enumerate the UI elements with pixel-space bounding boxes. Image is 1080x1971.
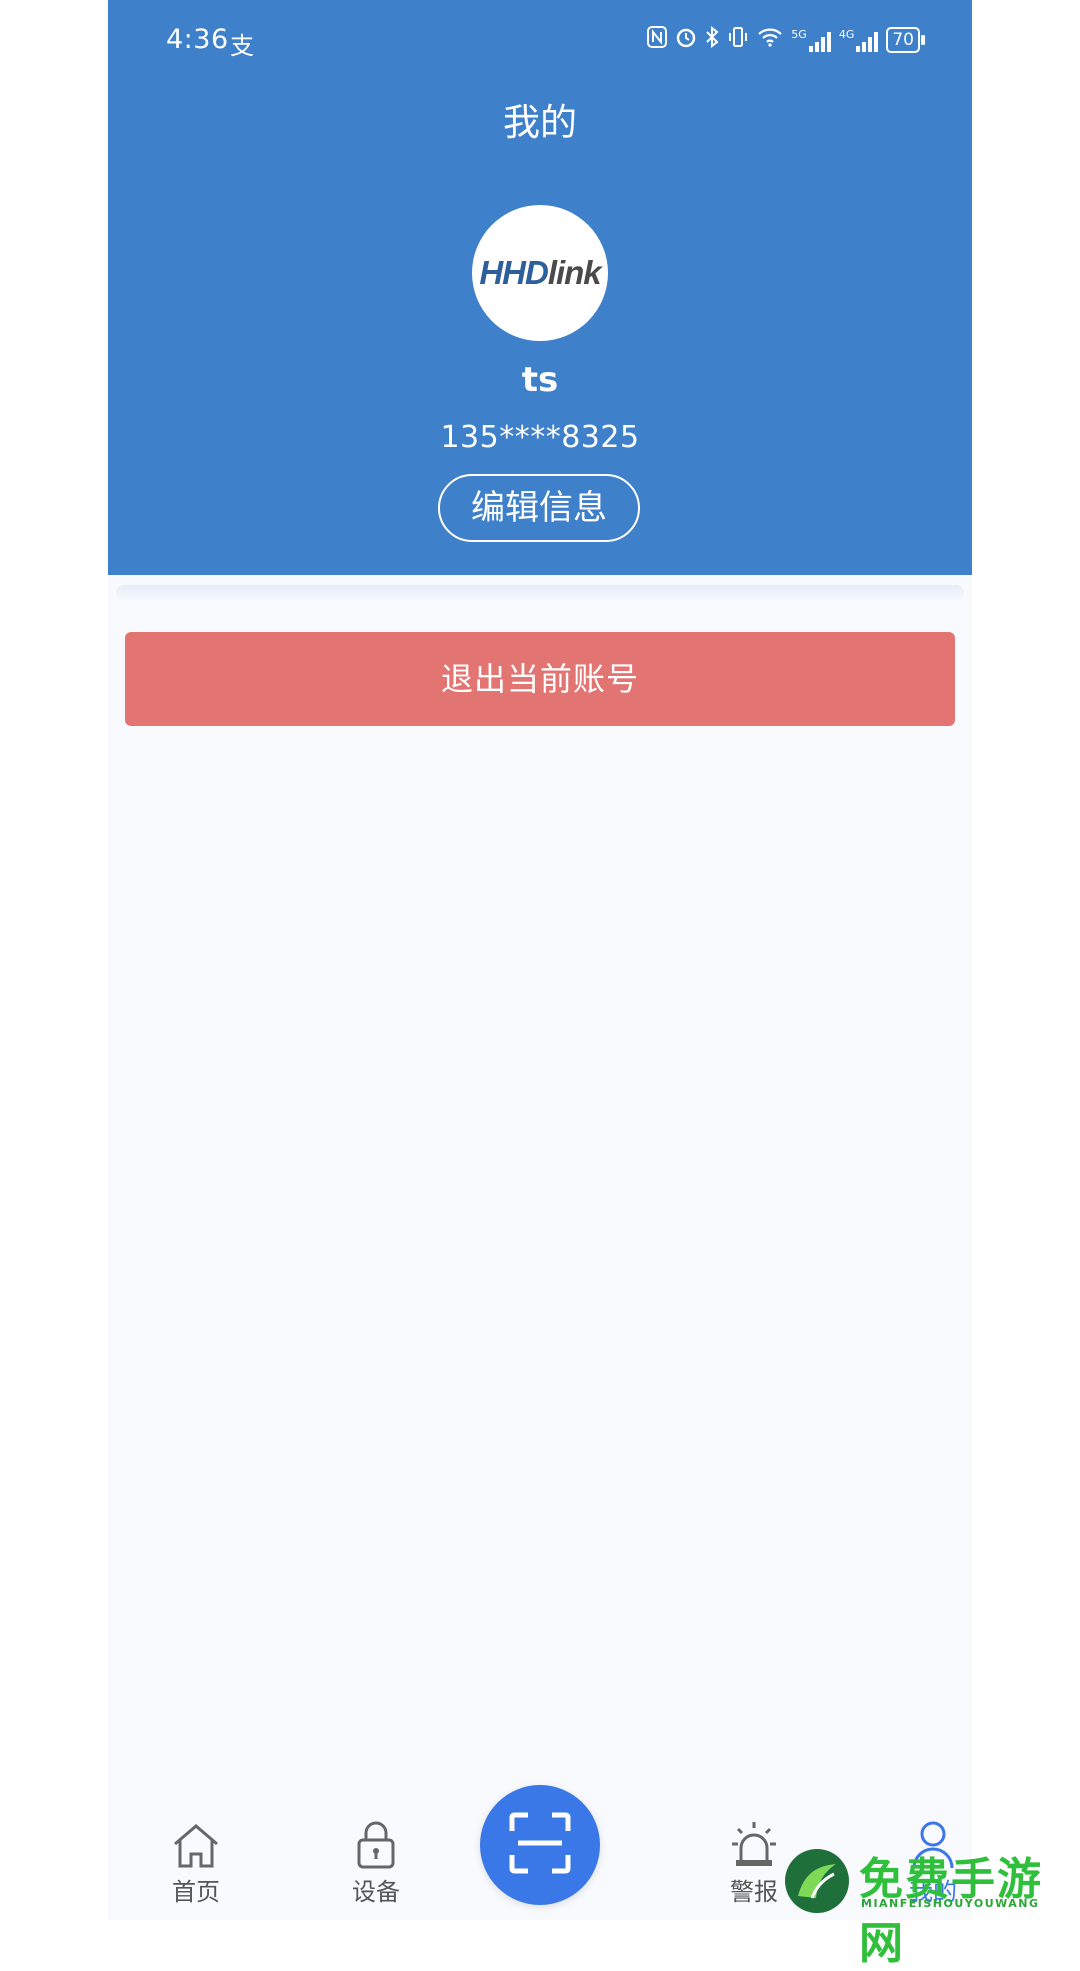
status-bar: 4:36 支 5G 4G 70 [108,20,972,64]
status-time: 4:36 [166,24,229,55]
net-5g-label: 5G [791,28,807,41]
divider-shadow [116,585,964,601]
site-watermark: 免费手游网 MIANFEISHOUYOUWANG [785,1843,1075,1969]
screen: 4:36 支 5G 4G 70 我的 HHDlink ts 135****832… [108,0,972,1920]
watermark-logo-icon [785,1849,849,1913]
scan-icon [508,1811,572,1879]
tab-devices[interactable]: 设备 [321,1818,431,1907]
net-4g-label: 4G [838,28,855,41]
wifi-icon [757,26,783,54]
tab-devices-label: 设备 [352,1878,400,1906]
scan-button[interactable] [480,1785,600,1905]
vibrate-icon [727,26,749,54]
signal-4g-icon: 4G [839,28,879,52]
edit-info-button[interactable]: 编辑信息 [438,474,640,542]
phone-number: 135****8325 [440,420,640,455]
tab-home-label: 首页 [172,1878,220,1906]
watermark-subtext: MIANFEISHOUYOUWANG [861,1897,1040,1910]
status-icons: 5G 4G 70 [647,25,925,54]
avatar[interactable]: HHDlink [472,205,608,341]
alarm-clock-icon [675,26,697,54]
bluetooth-icon [705,25,719,54]
page-title: 我的 [503,101,577,144]
hhdlink-logo: HHDlink [479,254,602,292]
nfc-icon [647,26,668,54]
logo-part2: link [547,254,602,291]
tab-home[interactable]: 首页 [141,1818,251,1907]
logo-part1: HHD [479,254,548,291]
logout-button[interactable]: 退出当前账号 [125,632,955,726]
username: ts [521,360,559,400]
signal-5g-icon: 5G [791,28,831,52]
profile-header: 4:36 支 5G 4G 70 我的 HHDlink ts 135****832… [108,0,972,575]
home-icon [141,1818,251,1870]
alipay-icon: 支 [230,32,254,60]
lock-icon [321,1818,431,1870]
battery-icon: 70 [886,27,925,53]
